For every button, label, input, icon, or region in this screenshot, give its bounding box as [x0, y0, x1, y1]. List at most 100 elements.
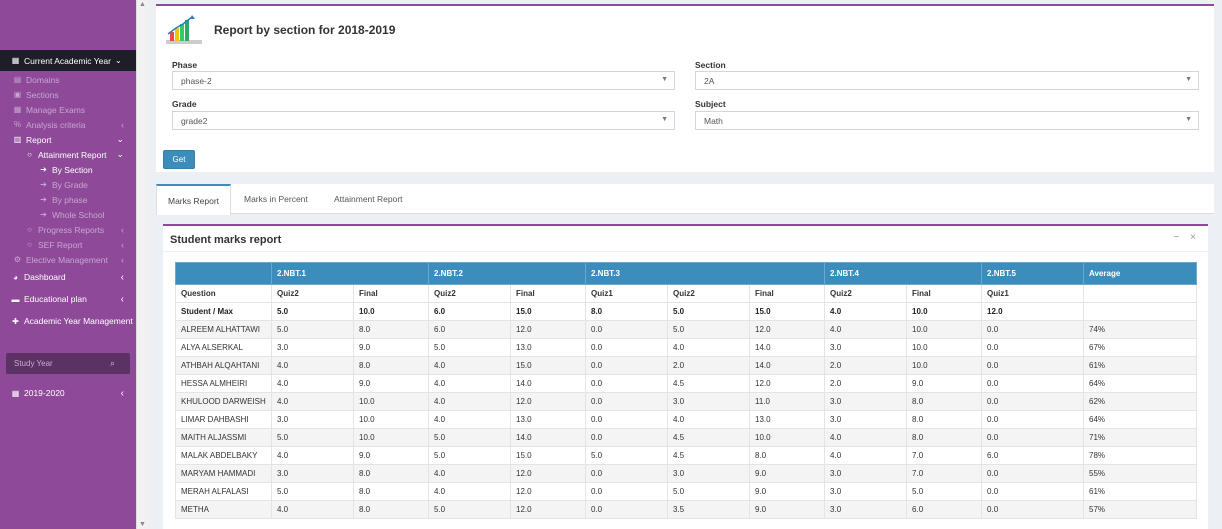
sidebar-item-domains[interactable]: ▤ Domains	[0, 72, 136, 87]
sidebar-item-report[interactable]: ▥ Report ⌄	[0, 132, 136, 147]
scroll-down-icon[interactable]: ▼	[139, 521, 146, 528]
section-label: Section	[695, 60, 726, 70]
group-header-cell: Average	[1083, 262, 1198, 285]
table-cell: 8.0	[353, 482, 429, 501]
table-cell: 6.0	[981, 446, 1085, 465]
table-cell: 6.0	[906, 500, 983, 519]
table-cell: 0.0	[981, 374, 1085, 393]
current-academic-year-label: Current Academic Year	[24, 55, 111, 66]
divider	[163, 251, 1208, 252]
table-row: ALREEM ALHATTAWI 5.0 8.0 6.0 12.0 0.0 5.0 12.0 4…	[175, 320, 1198, 339]
sidebar: ▦ Current Academic Year ⌄ ▤ Domains ▣ Secti…	[0, 0, 136, 529]
phase-select[interactable]: phase-2 ▼	[172, 71, 675, 90]
table-cell: 5.0	[428, 446, 511, 465]
study-year-search[interactable]: ⌕	[6, 353, 130, 374]
current-academic-year-toggle[interactable]: ▦ Current Academic Year ⌄	[0, 50, 136, 71]
table-cell: 0.0	[585, 356, 668, 375]
table-cell: 0.0	[981, 464, 1085, 483]
sidebar-item-educational-plan[interactable]: ▬ Educational plan ‹	[0, 288, 136, 310]
chevron-left-icon: ‹	[120, 271, 124, 283]
sidebar-item-manage-exams[interactable]: ▦ Manage Exams	[0, 102, 136, 117]
table-cell: 4.5	[667, 428, 750, 447]
collapse-icon[interactable]: −	[1174, 232, 1180, 243]
sidebar-item-attainment-report[interactable]: ○ Attainment Report ⌄	[0, 147, 136, 162]
row-label-cell: ALYA ALSERKAL	[175, 338, 272, 357]
tab-attainment-report[interactable]: Attainment Report	[334, 184, 403, 214]
sidebar-item-elective-management[interactable]: ⚙ Elective Management ‹	[0, 252, 136, 267]
table-cell: 14.0	[748, 356, 826, 375]
sidebar-item-analysis-criteria[interactable]: % Analysis criteria ‹	[0, 117, 136, 132]
sidebar-item-by-section[interactable]: ➔ By Section	[0, 162, 136, 177]
table-cell: 64%	[1083, 410, 1198, 429]
circle-icon: ○	[27, 240, 32, 249]
book-icon: ▬	[11, 294, 20, 304]
table-cell: 9.0	[906, 374, 983, 393]
grade-select-value: grade2	[181, 115, 208, 126]
sidebar-item-by-phase[interactable]: ➔ By phase	[0, 192, 136, 207]
subject-select[interactable]: Math ▼	[695, 111, 1199, 130]
sidebar-item-by-grade[interactable]: ➔ By Grade	[0, 177, 136, 192]
group-header-cell: 2.NBT.2	[428, 262, 586, 285]
sidebar-item-academic-year-management[interactable]: ✚ Academic Year Management	[0, 310, 136, 332]
tab-marks-report[interactable]: Marks Report	[156, 184, 231, 215]
sidebar-item-label: Educational plan	[24, 294, 87, 304]
sidebar-item-dashboard[interactable]: ◕ Dashboard ‹	[0, 266, 136, 288]
table-cell	[1083, 302, 1198, 321]
table-cell: 3.0	[824, 392, 908, 411]
table-cell: 12.0	[510, 320, 586, 339]
phase-select-value: phase-2	[181, 75, 212, 86]
table-cell: 5.0	[667, 302, 750, 321]
search-icon[interactable]: ⌕	[110, 358, 115, 369]
section-select[interactable]: 2A ▼	[695, 71, 1199, 90]
table-cell: 4.0	[428, 356, 511, 375]
dashboard-icon: ◕	[13, 272, 18, 282]
row-label-cell: ALREEM ALHATTAWI	[175, 320, 272, 339]
get-button[interactable]: Get	[163, 150, 195, 169]
table-cell: 8.0	[353, 464, 429, 483]
table-cell: 0.0	[585, 338, 668, 357]
table-cell: 4.0	[667, 338, 750, 357]
box-tools: − ×	[1166, 232, 1196, 243]
row-label-cell: Question	[175, 284, 272, 303]
table-cell: 0.0	[585, 464, 668, 483]
arrow-right-icon: ➔	[40, 165, 47, 174]
sidebar-menu: ▤ Domains ▣ Sections ▦ Manage Exams% Analysis …	[0, 72, 136, 267]
study-year-search-input[interactable]	[14, 359, 110, 368]
plus-icon: ✚	[12, 316, 19, 326]
table-cell: 10.0	[353, 410, 429, 429]
phase-label: Phase	[172, 60, 198, 70]
table-cell: 10.0	[353, 392, 429, 411]
table-cell: 9.0	[353, 338, 429, 357]
sidebar-item-label: Report	[26, 134, 52, 145]
table-row: METHA 4.0 8.0 5.0 12.0 0.0 3.5 9.0 3.0 6.0 0.0 57%	[175, 500, 1198, 519]
sidebar-item-sections[interactable]: ▣ Sections	[0, 87, 136, 102]
table-cell: 7.0	[906, 446, 983, 465]
scroll-up-icon[interactable]: ▲	[139, 1, 146, 8]
table-cell: 10.0	[748, 428, 826, 447]
sidebar-item-progress-reports[interactable]: ○ Progress Reports ‹	[0, 222, 136, 237]
table-cell: 12.0	[748, 320, 826, 339]
table-cell: 4.0	[824, 302, 908, 321]
sidebar-item-year[interactable]: ▦ 2019-2020 ‹	[0, 382, 136, 404]
page-scrollbar[interactable]: ▲ ▼	[136, 0, 148, 529]
arrow-right-icon: ➔	[40, 180, 47, 189]
table-cell: 57%	[1083, 500, 1198, 519]
sidebar-item-label: Progress Reports	[38, 224, 105, 235]
sidebar-item-label: Domains	[26, 74, 60, 85]
sidebar-item-whole-school[interactable]: ➔ Whole School	[0, 207, 136, 222]
table-cell: 0.0	[585, 320, 668, 339]
table-cell: 12.0	[510, 500, 586, 519]
tab-marks-in-percent[interactable]: Marks in Percent	[244, 184, 308, 214]
table-cell: 8.0	[353, 320, 429, 339]
sidebar-item-label: Analysis criteria	[26, 119, 86, 130]
grade-select[interactable]: grade2 ▼	[172, 111, 675, 130]
arrow-right-icon: ➔	[40, 195, 47, 204]
group-header-cell: 2.NBT.4	[824, 262, 983, 285]
grade-label: Grade	[172, 99, 197, 109]
close-icon[interactable]: ×	[1190, 232, 1196, 243]
sidebar-item-label: Manage Exams	[26, 104, 86, 115]
sidebar-item-sef-report[interactable]: ○ SEF Report ‹	[0, 237, 136, 252]
row-label-cell: MAITH ALJASSMI	[175, 428, 272, 447]
table-cell: 14.0	[510, 428, 586, 447]
table-cell: 0.0	[981, 500, 1085, 519]
